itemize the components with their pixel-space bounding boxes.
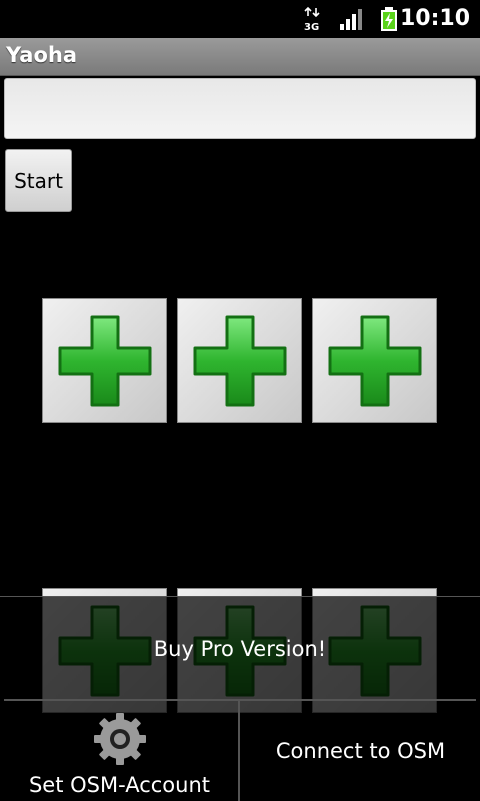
3g-data-icon: 3G [304, 6, 320, 32]
buy-pro-menu-item[interactable]: Buy Pro Version! [0, 597, 480, 701]
settings-gear-icon [94, 713, 146, 765]
title-bar: Yaoha [0, 38, 480, 76]
svg-text:3G: 3G [304, 22, 319, 32]
options-menu: Buy Pro Version! Set OSM-Account Connect… [0, 596, 480, 801]
set-osm-account-menu-item[interactable]: Set OSM-Account [0, 701, 239, 801]
green-plus-icon [58, 315, 152, 407]
start-button[interactable]: Start [5, 149, 72, 212]
add-tile-3[interactable] [312, 298, 437, 423]
add-tile-2[interactable] [177, 298, 302, 423]
green-plus-icon [328, 315, 422, 407]
battery-charging-icon [381, 7, 397, 31]
connect-to-osm-menu-item[interactable]: Connect to OSM [241, 701, 480, 801]
green-plus-icon [193, 315, 287, 407]
menu-divider-vertical [238, 701, 240, 801]
clock: 10:10 [399, 6, 470, 31]
app-title: Yaoha [6, 43, 77, 67]
add-tile-1[interactable] [42, 298, 167, 423]
search-input[interactable] [4, 78, 476, 139]
signal-icon [340, 9, 362, 30]
status-bar: 3G 10:10 [0, 0, 480, 38]
connect-to-osm-label: Connect to OSM [275, 739, 446, 763]
set-osm-account-label: Set OSM-Account [28, 773, 211, 797]
